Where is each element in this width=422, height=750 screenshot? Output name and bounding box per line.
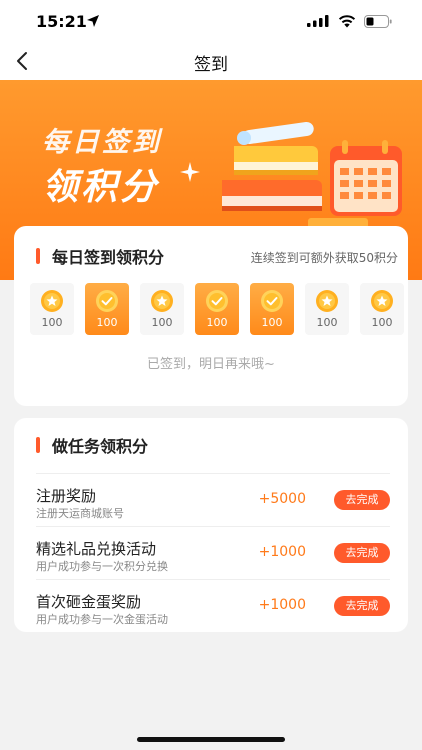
task-reward: +5000 [258, 491, 306, 507]
signin-card: 每日签到领积分 连续签到可额外获取50积分 100 100 100 100 10… [14, 226, 408, 406]
signin-bonus-hint: 连续签到可额外获取50积分 [250, 251, 398, 265]
coin-star-icon [316, 290, 338, 312]
task-reward: +1000 [258, 544, 306, 560]
task-row: 首次砸金蛋奖励 用户成功参与一次金蛋活动 +1000 去完成 [36, 579, 390, 631]
day-points: 100 [96, 316, 118, 329]
day-points: 100 [151, 316, 173, 329]
wifi-icon [338, 15, 356, 28]
page-title: 签到 [194, 55, 228, 75]
coin-check-icon [96, 290, 118, 312]
navigation-bar: 签到 [0, 44, 422, 80]
day-points: 100 [316, 316, 338, 329]
task-row: 精选礼品兑换活动 用户成功参与一次积分兑换 +1000 去完成 [36, 526, 390, 578]
day-points: 100 [261, 316, 283, 329]
signin-day-4[interactable]: 100 [195, 283, 239, 335]
battery-icon [364, 15, 392, 28]
signin-days-row: 100 100 100 100 100 100 100 [30, 283, 404, 335]
banner-title: 每日签到 [42, 127, 162, 158]
location-arrow-icon [87, 15, 99, 27]
section-marker [36, 248, 40, 264]
day-points: 100 [41, 316, 63, 329]
signin-day-7[interactable]: 100 [360, 283, 404, 335]
tasks-card: 做任务领积分 注册奖励 注册天运商城账号 +5000 去完成 精选礼品兑换活动 … [14, 418, 408, 632]
coin-star-icon [151, 290, 173, 312]
status-bar: 15:21 [0, 0, 422, 44]
task-description: 用户成功参与一次积分兑换 [36, 560, 168, 573]
day-points: 100 [206, 316, 228, 329]
signin-day-6[interactable]: 100 [305, 283, 349, 335]
cellular-signal-icon [307, 15, 329, 27]
signin-section-title: 每日签到领积分 [52, 248, 165, 267]
signin-day-1[interactable]: 100 [30, 283, 74, 335]
coin-check-icon [261, 290, 283, 312]
tasks-section-title: 做任务领积分 [52, 437, 149, 456]
task-complete-button[interactable]: 去完成 [334, 543, 390, 563]
task-reward: +1000 [258, 597, 306, 613]
signin-day-3[interactable]: 100 [140, 283, 184, 335]
task-row: 注册奖励 注册天运商城账号 +5000 去完成 [36, 473, 390, 525]
status-time: 15:21 [36, 12, 87, 31]
task-title: 注册奖励 [36, 487, 97, 505]
coin-star-icon [371, 290, 393, 312]
task-description: 用户成功参与一次金蛋活动 [36, 613, 168, 626]
banner-subtitle: 领积分 [42, 167, 160, 208]
task-complete-button[interactable]: 去完成 [334, 490, 390, 510]
signin-day-2[interactable]: 100 [85, 283, 129, 335]
day-points: 100 [371, 316, 393, 329]
sparkle-icon [180, 162, 200, 182]
section-marker [36, 437, 40, 453]
home-indicator [137, 737, 285, 742]
coin-star-icon [41, 290, 63, 312]
coin-check-icon [206, 290, 228, 312]
task-title: 精选礼品兑换活动 [36, 540, 157, 558]
signin-status-message: 已签到，明日再来哦~ [147, 357, 275, 372]
signin-day-5[interactable]: 100 [250, 283, 294, 335]
task-complete-button[interactable]: 去完成 [334, 596, 390, 616]
task-title: 首次砸金蛋奖励 [36, 593, 142, 611]
task-description: 注册天运商城账号 [36, 507, 124, 520]
